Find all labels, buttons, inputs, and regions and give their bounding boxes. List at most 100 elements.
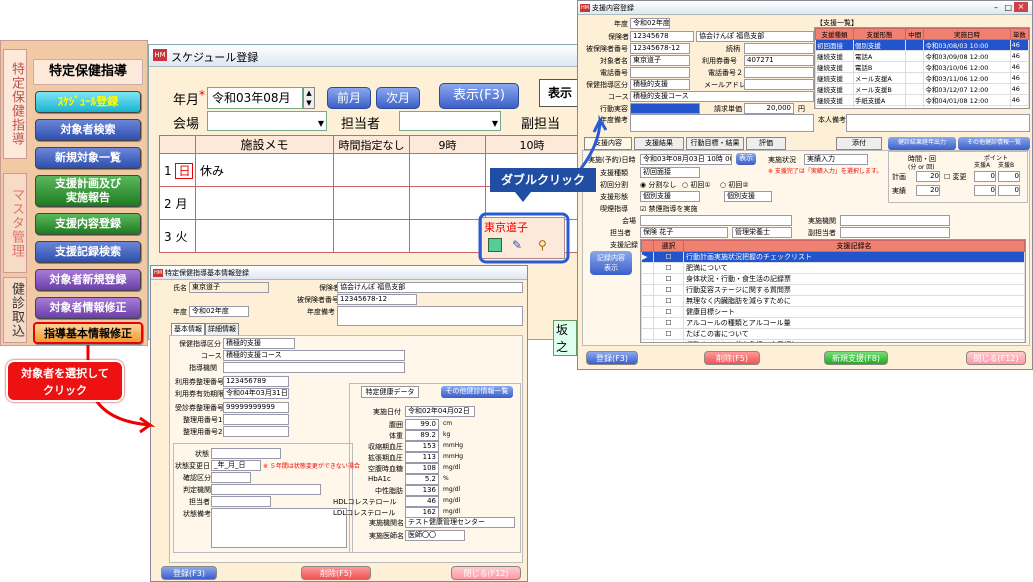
slot-cell[interactable]	[409, 153, 486, 187]
staff-select[interactable]: ▼	[399, 111, 501, 131]
action-select[interactable]	[630, 103, 700, 114]
other-checkup-button[interactable]: その他健診情報一覧	[441, 386, 513, 398]
record-checkbox[interactable]: ☐	[653, 306, 684, 318]
basic-delete-button[interactable]: 削除(F5)	[301, 566, 371, 580]
table-row[interactable]: 継続支援手紙支援B 令和04/02/05 12:0046	[815, 105, 1029, 108]
memo-cell[interactable]	[195, 219, 334, 253]
honnin-field[interactable]	[846, 114, 1030, 132]
record-checkbox[interactable]: ☐	[653, 317, 684, 329]
detail-tab[interactable]: 支援結果	[634, 137, 684, 150]
table-row[interactable]: 継続支援 手紙支援A 令和04/01/08 12:00 46	[815, 94, 1029, 106]
detail-tab[interactable]: 支援内容	[584, 137, 632, 150]
list-item[interactable]: ☐運動することに伴う負担の自己評価	[641, 339, 1025, 342]
kikan-select[interactable]	[223, 362, 405, 373]
appointment-card[interactable]: 東京道子 ✎ ⚲	[481, 217, 565, 259]
exam-value[interactable]: 99.0	[405, 419, 439, 430]
table-row[interactable]: 継続支援 電話A 令和03/09/08 12:00 46	[815, 50, 1029, 62]
subject-search-button[interactable]: 対象者検索	[35, 119, 141, 141]
list-item[interactable]: ☐ 肥満について	[641, 262, 1025, 274]
kubun-select[interactable]: 積極的支援	[223, 338, 295, 349]
memo-field[interactable]	[211, 508, 347, 548]
org-select[interactable]	[840, 215, 950, 226]
guide-icon[interactable]	[488, 238, 502, 252]
support-record-search-button[interactable]: 支援記録検索	[35, 241, 141, 263]
list-item[interactable]: ▶ ☐ 行動計画実施状況把握のチェックリスト	[641, 251, 1025, 263]
schedule-register-button[interactable]: ｽｹｼﾞｭｰﾙ登録	[35, 91, 141, 113]
charge-select[interactable]	[211, 496, 271, 507]
record-checkbox[interactable]: ☐	[653, 251, 684, 263]
exam-value[interactable]: 136	[405, 485, 439, 496]
prev-month-button[interactable]: 前月	[327, 87, 371, 109]
seiri1-field[interactable]	[223, 414, 289, 425]
list-item[interactable]: ☐ アルコールの種類とアルコール量	[641, 317, 1025, 329]
basic-close-button[interactable]: 閉じる(F12)	[451, 566, 521, 580]
nendo-note-field[interactable]	[630, 114, 814, 132]
memo-cell[interactable]	[195, 186, 334, 220]
exam-value[interactable]: 153	[405, 441, 439, 452]
support-plan-button[interactable]: 支援計画及び 実施報告	[35, 175, 141, 207]
support-content-button[interactable]: 支援内容登録	[35, 213, 141, 235]
minimize-icon[interactable]: –	[994, 3, 998, 12]
tab-master[interactable]: マスタ管理	[3, 173, 27, 273]
year-month-input[interactable]: 令和03年08月	[207, 87, 303, 109]
display-f3-button[interactable]: 表示(F3)	[439, 83, 519, 109]
receipt-field[interactable]: 99999999999	[223, 402, 289, 413]
plan-a-field[interactable]: 0	[974, 171, 996, 182]
venue-select[interactable]	[640, 215, 792, 226]
form-select-2[interactable]: 個別支援	[724, 191, 772, 202]
year-month-spinner[interactable]: ▲ ▼	[303, 87, 315, 109]
detail-close-button[interactable]: 閉じる(F12)	[966, 351, 1026, 365]
list-item[interactable]: ☐ 健康目標シート	[641, 306, 1025, 318]
confirm-select[interactable]	[211, 472, 251, 483]
list-item[interactable]: ☐ 身体状況・行動・食生活の記録票	[641, 273, 1025, 285]
slot-cell[interactable]	[333, 186, 410, 220]
display-button[interactable]: 表示	[539, 79, 579, 107]
year-note-field[interactable]	[337, 306, 523, 326]
detail-delete-button[interactable]: 削除(F5)	[704, 351, 760, 365]
result-field[interactable]: 20	[916, 185, 940, 196]
list-item[interactable]: ☐ たばこの害について	[641, 328, 1025, 340]
slot-cell[interactable]	[333, 219, 410, 253]
form-select-1[interactable]: 個別支援	[640, 191, 700, 202]
detail-tab[interactable]: 行動目標・結果	[686, 137, 744, 150]
exam-value[interactable]: 46	[405, 496, 439, 507]
record-checkbox[interactable]: ☐	[653, 339, 684, 342]
ticket-field[interactable]: 123456789	[223, 376, 289, 387]
exam-date-field[interactable]: 令和02年04月02日	[405, 406, 475, 417]
judge-select[interactable]	[211, 484, 321, 495]
list-item[interactable]: ☐ 行動変容ステージに関する質問票	[641, 284, 1025, 296]
plan-b-field[interactable]: 0	[998, 171, 1020, 182]
radio-init-1[interactable]: ○ 初回①	[682, 180, 711, 190]
maximize-icon[interactable]: □	[1004, 3, 1012, 12]
slot-cell[interactable]	[333, 153, 410, 187]
org-field[interactable]: テスト健康管理センター	[405, 517, 515, 528]
edit-subject-button[interactable]: 対象者情報修正	[35, 297, 141, 319]
record-checkbox[interactable]: ☐	[653, 295, 684, 307]
doctor-field[interactable]: 医師〇〇	[405, 530, 465, 541]
search-icon[interactable]: ⚲	[538, 238, 552, 252]
record-checkbox[interactable]: ☐	[653, 262, 684, 274]
record-checkbox[interactable]: ☐	[653, 328, 684, 340]
detail-tab[interactable]: 評価	[746, 137, 786, 150]
show-button[interactable]: 表示	[736, 153, 756, 165]
table-row[interactable]: 継続支援 電話B 令和03/10/06 12:00 46	[815, 61, 1029, 73]
new-support-button[interactable]: 新規支援(F8)	[824, 351, 888, 365]
table-row[interactable]: 継続支援 メール支援B 令和03/12/07 12:00 46	[815, 83, 1029, 95]
exam-value[interactable]: 108	[405, 463, 439, 474]
type-select[interactable]: 初回面接	[640, 167, 700, 178]
exam-value[interactable]: 5.2	[405, 474, 439, 485]
table-row[interactable]: 初回面接 個別支援 令和03/08/03 10:00 46	[815, 39, 1029, 51]
result-a-field[interactable]: 0	[974, 185, 996, 196]
next-month-button[interactable]: 次月	[376, 87, 420, 109]
state-date-field[interactable]: _年_月_日	[211, 460, 261, 471]
table-row[interactable]: 継続支援 メール支援A 令和03/11/06 12:00 46	[815, 72, 1029, 84]
memo-cell[interactable]: 休み	[195, 153, 334, 187]
expire-field[interactable]: 令和04年03月31日	[223, 388, 289, 399]
new-subject-list-button[interactable]: 新規対象一覧	[35, 147, 141, 169]
other-checkup-button[interactable]: その他健診情報一覧	[958, 137, 1030, 150]
plan-field[interactable]: 20	[916, 171, 940, 182]
course-select[interactable]: 積極的支援コース	[223, 350, 405, 361]
staff-select[interactable]: 保険 花子	[640, 227, 728, 238]
list-item[interactable]: ☐ 無理なく内臓脂肪を減らすために	[641, 295, 1025, 307]
pencil-icon[interactable]: ✎	[512, 238, 526, 252]
